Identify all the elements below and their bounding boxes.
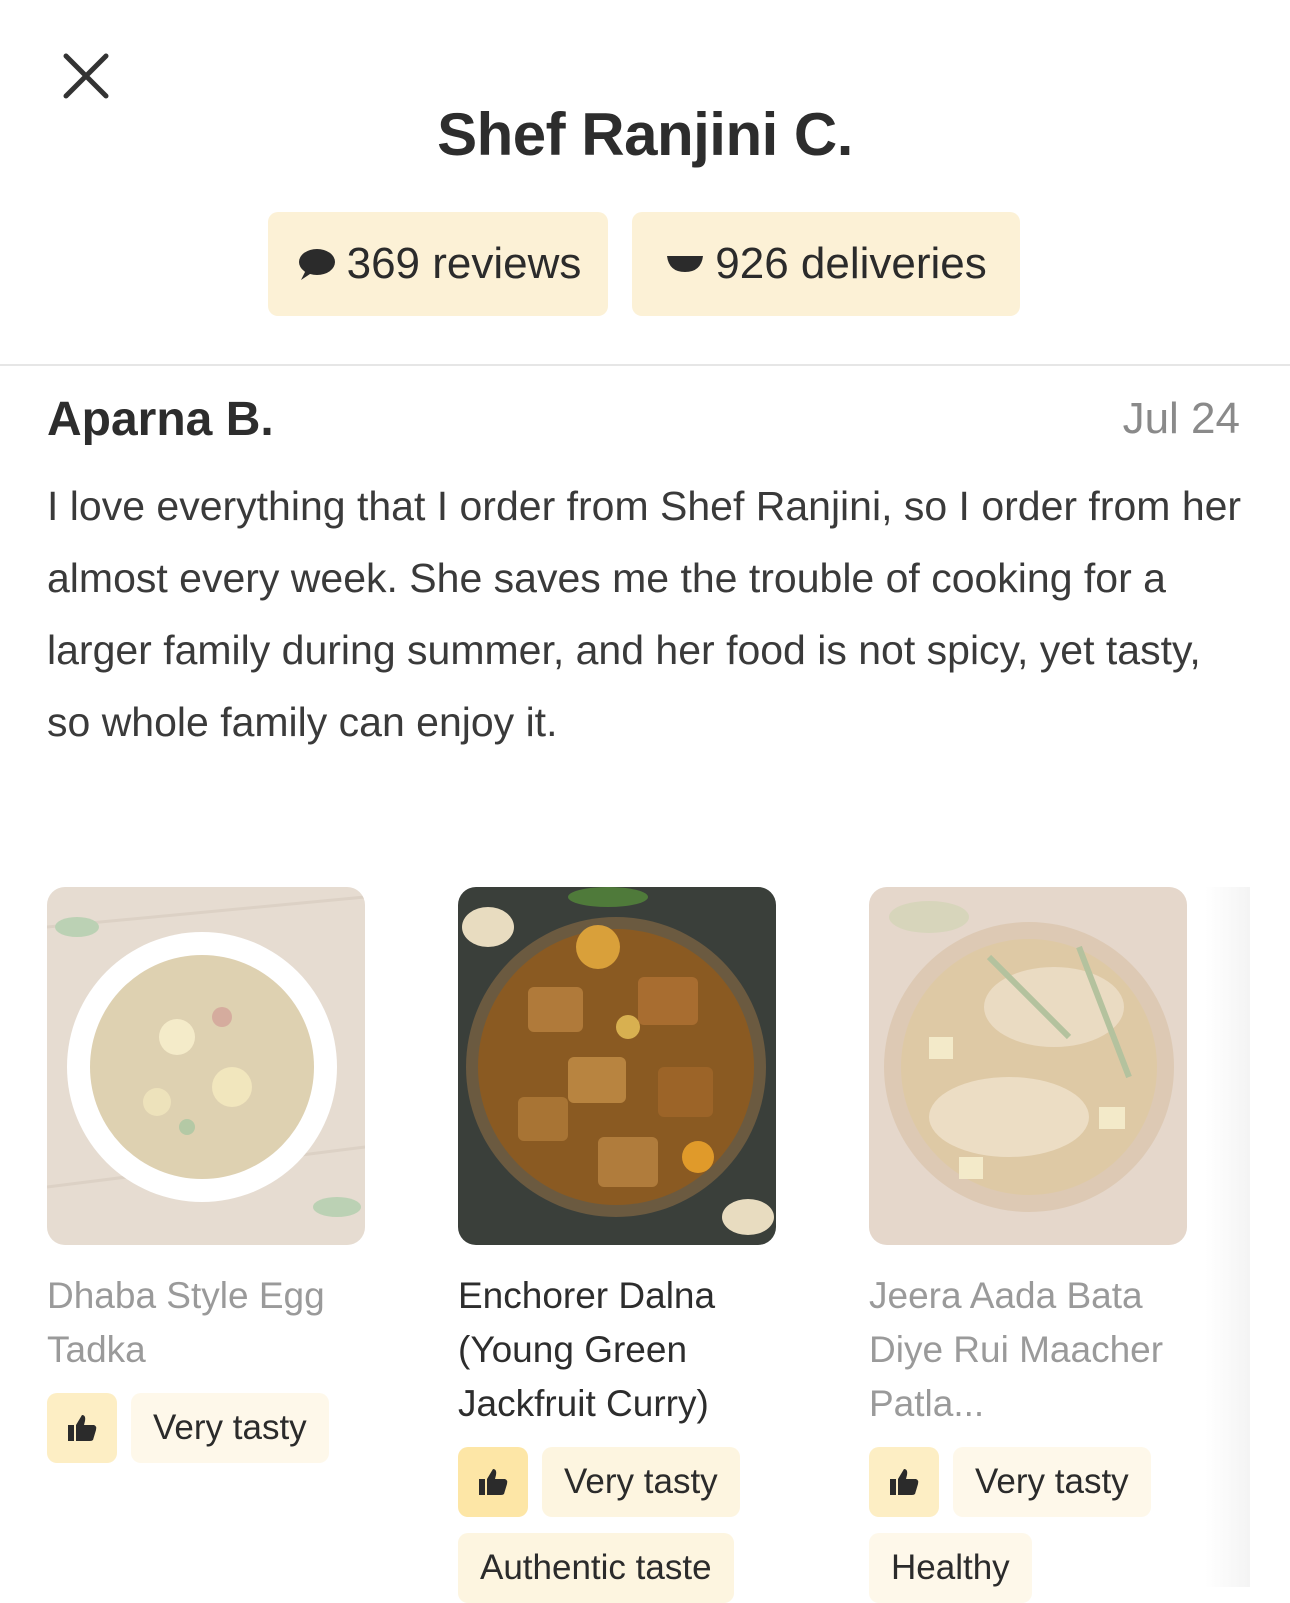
- close-button[interactable]: [60, 50, 112, 102]
- thumbs-up-icon: [68, 1415, 97, 1441]
- dish-tag[interactable]: Very tasty: [131, 1393, 329, 1463]
- dish-name: Enchorer Dalna (Young Green Jackfruit Cu…: [458, 1275, 716, 1424]
- speech-bubble-icon: [298, 249, 335, 280]
- reviews-badge[interactable]: 369 reviews: [268, 212, 608, 316]
- bowl-icon: [667, 256, 704, 272]
- reviewer-name: Aparna B.: [47, 393, 274, 446]
- dish-tags: Very tasty: [47, 1393, 367, 1463]
- dish-card[interactable]: Dhaba Style Egg Tadka Very tasty: [47, 887, 365, 1463]
- deliveries-badge[interactable]: 926 deliveries: [632, 212, 1020, 316]
- review-text: I love everything that I order from Shef…: [47, 483, 1242, 745]
- dish-name: Jeera Aada Bata Diye Rui Maacher Patla..…: [869, 1275, 1164, 1424]
- thumbs-up-icon: [890, 1469, 919, 1495]
- dish-tag[interactable]: Very tasty: [953, 1447, 1151, 1517]
- reviews-count: 369 reviews: [346, 239, 582, 288]
- review-date: Jul 24: [1122, 394, 1240, 443]
- dish-tag[interactable]: Healthy: [869, 1533, 1032, 1603]
- dish-tag[interactable]: Authentic taste: [458, 1533, 734, 1603]
- page-title: Shef Ranjini C.: [437, 101, 853, 168]
- dish-image: [458, 887, 776, 1245]
- divider: [0, 364, 1290, 366]
- deliveries-count: 926 deliveries: [715, 239, 987, 288]
- dish-card[interactable]: Enchorer Dalna (Young Green Jackfruit Cu…: [458, 887, 776, 1603]
- thumbs-up-button[interactable]: [869, 1447, 939, 1517]
- close-icon: [63, 53, 109, 99]
- dish-image: [47, 887, 365, 1245]
- thumbs-up-button[interactable]: [47, 1393, 117, 1463]
- thumbs-up-button[interactable]: [458, 1447, 528, 1517]
- dish-card[interactable]: Jeera Aada Bata Diye Rui Maacher Patla..…: [869, 887, 1187, 1603]
- dish-name: Dhaba Style Egg Tadka: [47, 1275, 325, 1370]
- dish-image: [869, 887, 1187, 1245]
- dish-tag[interactable]: Very tasty: [542, 1447, 740, 1517]
- thumbs-up-icon: [479, 1469, 508, 1495]
- scroll-fade: [1205, 887, 1250, 1587]
